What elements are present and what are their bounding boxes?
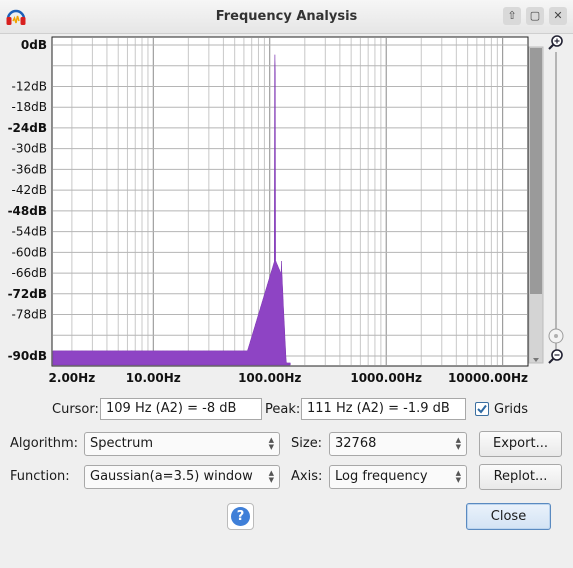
- y-tick-label: -90dB: [8, 349, 47, 363]
- y-tick-label: -48dB: [8, 204, 47, 218]
- axis-select[interactable]: Log frequency ▲ ▼: [329, 465, 467, 489]
- select-arrows-icon: ▲ ▼: [268, 436, 274, 451]
- y-tick-label: -72dB: [8, 287, 47, 301]
- cursor-field[interactable]: 109 Hz (A2) = -8 dB: [100, 398, 262, 420]
- help-icon: ?: [231, 507, 250, 526]
- algorithm-value: Spectrum: [90, 436, 153, 451]
- size-value: 32768: [335, 436, 377, 451]
- close-button[interactable]: Close: [466, 503, 551, 530]
- grids-label[interactable]: Grids: [494, 401, 528, 419]
- export-button[interactable]: Export...: [479, 431, 562, 457]
- zoom-in-icon[interactable]: [548, 35, 563, 50]
- window-title: Frequency Analysis: [215, 9, 358, 24]
- y-tick-label: -18dB: [12, 100, 47, 114]
- y-tick-label: 0dB: [21, 38, 47, 52]
- minimize-button[interactable]: ⇧: [503, 7, 521, 25]
- replot-button[interactable]: Replot...: [479, 464, 562, 490]
- algorithm-select[interactable]: Spectrum ▲ ▼: [84, 432, 280, 456]
- function-label: Function:: [10, 469, 70, 484]
- y-tick-label: -36dB: [12, 162, 47, 176]
- x-tick-label: 10.00Hz: [126, 371, 181, 385]
- select-arrows-icon: ▲ ▼: [455, 469, 461, 484]
- y-tick-label: -30dB: [12, 142, 47, 156]
- size-label: Size:: [291, 436, 323, 451]
- peak-label: Peak:: [265, 402, 301, 417]
- function-select[interactable]: Gaussian(a=3.5) window ▲ ▼: [84, 465, 280, 489]
- slider-thumb-icon[interactable]: [548, 328, 564, 344]
- axis-value: Log frequency: [335, 469, 428, 484]
- help-button[interactable]: ?: [227, 503, 254, 530]
- x-tick-label: 100.00Hz: [238, 371, 301, 385]
- axis-label: Axis:: [291, 469, 323, 484]
- function-value: Gaussian(a=3.5) window: [90, 469, 253, 484]
- select-arrows-icon: ▲ ▼: [455, 436, 461, 451]
- x-tick-label: 1000.00Hz: [350, 371, 422, 385]
- x-tick-label: 10000.00Hz: [448, 371, 528, 385]
- title-bar: Frequency Analysis ⇧ ▢ ✕: [0, 0, 573, 34]
- spectrum-plot[interactable]: 0dB -12dB -18dB -24dB -30dB -36dB -42dB -48dB -5…: [0, 34, 573, 390]
- cursor-label: Cursor:: [52, 402, 99, 417]
- maximize-button[interactable]: ▢: [526, 7, 544, 25]
- checkmark-icon: [477, 404, 487, 414]
- y-tick-label: -60dB: [12, 245, 47, 259]
- y-tick-label: -78dB: [12, 308, 47, 322]
- y-tick-label: -66dB: [12, 266, 47, 280]
- zoom-out-icon[interactable]: [548, 349, 563, 364]
- peak-field[interactable]: 111 Hz (A2) = -1.9 dB: [301, 398, 466, 420]
- size-select[interactable]: 32768 ▲ ▼: [329, 432, 467, 456]
- y-tick-label: -24dB: [8, 121, 47, 135]
- y-tick-label: -54dB: [12, 225, 47, 239]
- y-tick-label: -12dB: [12, 79, 47, 93]
- algorithm-label: Algorithm:: [10, 436, 79, 451]
- y-tick-label: -42dB: [12, 183, 47, 197]
- grids-checkbox[interactable]: [475, 402, 489, 416]
- select-arrows-icon: ▲ ▼: [268, 469, 274, 484]
- x-tick-label: 2.00Hz: [49, 371, 96, 385]
- scrollbar-thumb[interactable]: [530, 48, 542, 294]
- close-window-button[interactable]: ✕: [549, 7, 567, 25]
